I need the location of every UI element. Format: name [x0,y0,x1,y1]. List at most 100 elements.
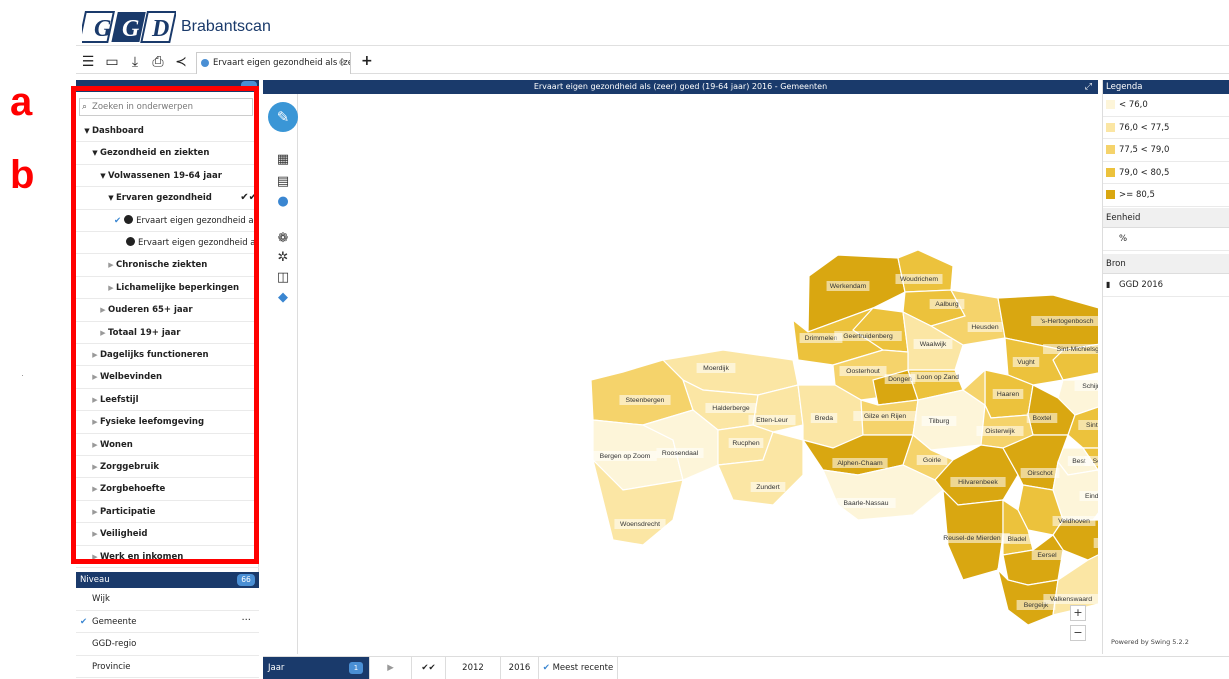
zoom-out-button[interactable]: − [1070,625,1086,641]
time-bar: Jaar 1 ▶ ✔✔ 2012 2016 ✔ Meest recente [263,656,1229,679]
municipality-label: Aalburg [935,301,959,308]
table-icon[interactable]: ▦ [275,152,291,168]
map-globe-icon[interactable]: ● [275,194,291,210]
legend-class: 79,0 < 80,5 [1103,162,1229,184]
municipality-label: Loon op Zand [917,374,959,381]
year-2016[interactable]: 2016 [500,657,538,679]
municipality-label: Rucphen [732,440,759,447]
choropleth-map[interactable]: Werkendam Woudrichem Aalburg Heusden 's-Hert… [299,94,1098,654]
print-icon[interactable]: ⎙ [149,53,167,71]
play-icon[interactable]: ▶ [369,657,411,679]
document-tab-label: Ervaart eigen gezondheid als (zee [213,58,351,68]
map-layers-icon[interactable]: ◫ [275,270,291,286]
bron-header: Bron [1103,254,1229,274]
close-tab-icon[interactable]: ⊗ [338,53,346,73]
download-icon[interactable]: ⤓ [126,53,144,71]
tags-icon[interactable]: ◆ [275,290,291,306]
svg-text:G: G [122,16,140,42]
municipality-label: Haaren [997,391,1020,398]
municipality-label: Bergen op Zoom [600,453,651,460]
niveau-item-label: Wijk [92,594,110,604]
municipality-label: Best [1072,458,1086,465]
map-panel: Ervaart eigen gezondheid als (zeer) goed… [263,80,1098,654]
legend-panel: Legenda < 76,0 76,0 < 77,5 77,5 < 79,0 79,0… [1102,80,1229,654]
municipality-label: Tilburg [929,418,950,425]
niveau-item-label: Provincie [92,661,131,672]
legend-swatch [1106,167,1115,177]
globe-icon [201,59,209,67]
municipality-label: Moerdijk [703,365,729,372]
expand-icon[interactable]: ⤢ [1085,80,1092,94]
municipality-label: Vught [1017,359,1035,366]
zoom-in-button[interactable]: + [1070,605,1086,621]
niveau-item-label: Gemeente [92,616,137,627]
app-title: Brabantscan [181,18,271,35]
municipality-label: Baarle-Nassau [844,500,889,507]
municipality-label: Boxtel [1033,415,1052,422]
svg-text:G: G [94,16,112,42]
niveau-header: Niveau 66 [76,572,259,588]
legend-class: 76,0 < 77,5 [1103,117,1229,139]
check-all-icon[interactable]: ✔✔ [411,657,445,679]
municipality-label: Woensdrecht [620,521,660,528]
legend-swatch [1106,190,1115,199]
municipality-label: Steenbergen [626,397,665,404]
niveau-title: Niveau [80,575,110,585]
municipality-label: Waalwijk [920,341,947,348]
share-icon[interactable]: ≺ [172,53,190,71]
more-options-icon[interactable]: ... [241,607,251,629]
document-tab[interactable]: Ervaart eigen gezondheid als (zee ⊗ [196,52,351,74]
municipality-label: Sint-Oedenrode [1086,422,1098,429]
municipality-label: Werkendam [830,283,867,290]
most-recent-option[interactable]: ✔ Meest recente [538,657,618,679]
municipality-label: 's-Hertogenbosch [1040,318,1093,325]
add-tab-button[interactable]: + [361,53,373,69]
most-recent-label: Meest recente [552,663,614,673]
annotation-label-a: a [10,80,33,124]
menu-icon[interactable]: ☰ [79,53,97,71]
pivot-table-icon[interactable]: ▤ [275,174,291,190]
municipality-label: Eersel [1037,552,1057,559]
powered-by-text: Powered by Swing 5.2.2 [1111,638,1189,646]
jaar-count-badge: 1 [349,662,363,674]
niveau-item[interactable]: Wijk [76,588,259,611]
municipality-label: Oisterwijk [985,428,1015,435]
legend-class-label: 77,5 < 79,0 [1119,145,1170,155]
legend-class-label: 79,0 < 80,5 [1119,167,1170,178]
toolbar: ☰ ▭ ⤓ ⎙ ≺ Ervaart eigen gezondheid als (… [76,50,1229,74]
municipality-label: Oosterhout [846,368,880,375]
settings-icon[interactable]: ✲ [275,250,291,266]
niveau-item[interactable]: Provincie [76,656,259,678]
bron-row: ▮ GGD 2016 [1103,274,1229,297]
municipality-label: Bladel [1008,536,1027,543]
municipality-label: Son en Breugel [1093,458,1098,465]
legend-swatch [1106,100,1115,109]
map-title: Ervaart eigen gezondheid als (zeer) goed… [533,82,828,91]
eenheid-value: % [1103,228,1229,251]
municipality-label: Schijndel [1082,383,1098,390]
legend-header: Legenda [1103,80,1229,94]
year-2012[interactable]: 2012 [445,657,500,679]
edit-button[interactable]: ✎ [268,102,298,132]
municipality-label: Dongen [888,376,912,383]
legend-class: < 76,0 [1103,94,1229,117]
legend-swatch [1106,122,1115,132]
municipality-label: Etten-Leur [756,417,788,424]
annotation-box [71,86,259,564]
map-header: Ervaart eigen gezondheid als (zeer) goed… [263,80,1098,94]
niveau-item-label: GGD-regio [92,639,137,649]
jaar-header: Jaar 1 [263,657,369,679]
niveau-item[interactable]: GGD-regio [76,633,259,656]
folder-open-icon[interactable]: ▭ [103,53,121,71]
municipality-region[interactable] [897,249,954,293]
map-label-background [1093,538,1098,548]
legend-class-label: 76,0 < 77,5 [1119,122,1170,133]
stray-dot [22,375,23,376]
legend-swatch [1106,145,1115,154]
legend-class-label: >= 80,5 [1119,190,1155,200]
niveau-item[interactable]: ✔... Gemeente [76,611,259,633]
eenheid-header: Eenheid [1103,208,1229,228]
municipality-label: Drimmelen [805,335,838,342]
brain-icon[interactable]: ❁ [275,231,291,247]
check-icon: ✔ [542,663,550,673]
